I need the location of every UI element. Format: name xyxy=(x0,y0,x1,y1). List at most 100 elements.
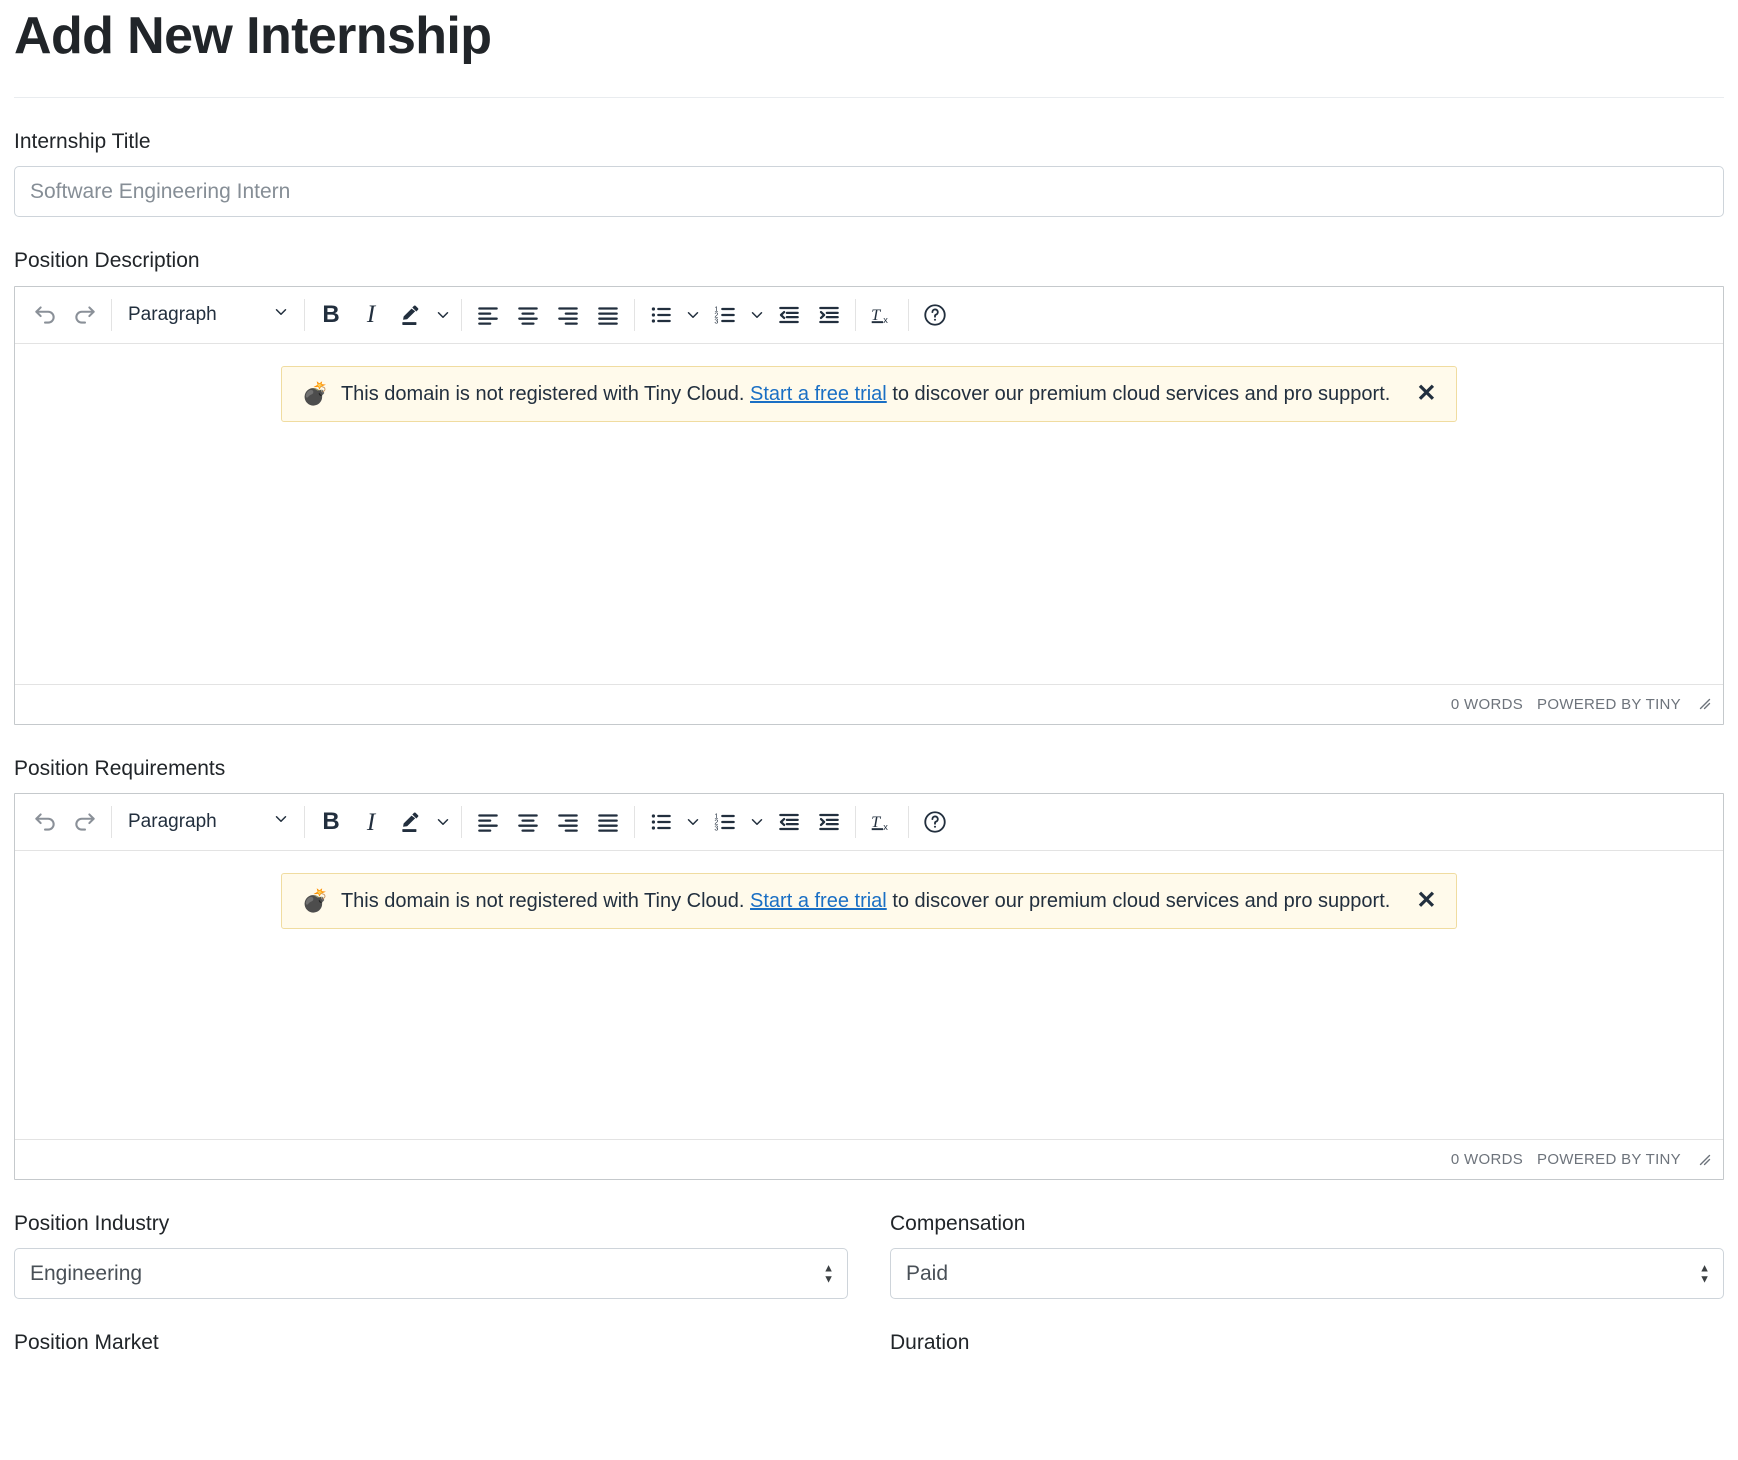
toolbar-group-history xyxy=(19,287,111,343)
bullet-list-icon[interactable] xyxy=(641,802,681,842)
help-icon[interactable] xyxy=(915,295,955,335)
clear-formatting-icon[interactable]: Tx xyxy=(862,802,902,842)
word-count: 0 WORDS xyxy=(1451,1151,1523,1168)
chevron-down-icon xyxy=(272,810,290,834)
position-market-field: Position Market xyxy=(14,1299,848,1367)
italic-button[interactable]: I xyxy=(351,295,391,335)
bold-button[interactable]: B xyxy=(311,802,351,842)
header-divider xyxy=(14,97,1724,98)
internship-title-input[interactable] xyxy=(14,166,1724,217)
undo-icon[interactable] xyxy=(25,295,65,335)
align-justify-icon[interactable] xyxy=(588,802,628,842)
italic-button[interactable]: I xyxy=(351,802,391,842)
chevron-down-icon xyxy=(272,303,290,327)
position-industry-label: Position Industry xyxy=(14,1210,848,1237)
block-format-label: Paragraph xyxy=(128,304,217,326)
italic-icon: I xyxy=(367,810,375,835)
help-icon[interactable] xyxy=(915,802,955,842)
bold-button[interactable]: B xyxy=(311,295,351,335)
italic-icon: I xyxy=(367,302,375,327)
duration-label: Duration xyxy=(890,1329,1724,1356)
align-left-icon[interactable] xyxy=(468,295,508,335)
undo-icon[interactable] xyxy=(25,802,65,842)
start-free-trial-link[interactable]: Start a free trial xyxy=(750,383,887,405)
toolbar-group-help xyxy=(909,287,961,343)
toolbar-group-formatting: B I xyxy=(305,287,461,343)
bomb-icon: 💣 xyxy=(302,890,329,912)
page-title: Add New Internship xyxy=(14,8,1724,65)
tiny-cloud-notification: 💣 This domain is not registered with Tin… xyxy=(281,873,1458,929)
numbered-list-icon[interactable]: 123 xyxy=(705,295,745,335)
indent-icon[interactable] xyxy=(809,802,849,842)
align-justify-icon[interactable] xyxy=(588,295,628,335)
duration-field: Duration xyxy=(890,1299,1724,1367)
editor-status-bar: 0 WORDS POWERED BY TINY xyxy=(15,1139,1723,1179)
industry-compensation-row: Position Industry Engineering ▲ ▼ Compen… xyxy=(14,1180,1724,1299)
position-industry-field: Position Industry Engineering ▲ ▼ xyxy=(14,1180,848,1299)
block-format-select[interactable]: Paragraph xyxy=(118,802,298,842)
indent-icon[interactable] xyxy=(809,295,849,335)
market-duration-row: Position Market Duration xyxy=(14,1299,1724,1367)
compensation-select[interactable]: Paid xyxy=(890,1248,1724,1299)
numbered-list-chevron-down-icon[interactable] xyxy=(745,802,769,842)
compensation-label: Compensation xyxy=(890,1210,1724,1237)
powered-by-tiny-link[interactable]: POWERED BY TINY xyxy=(1537,696,1681,713)
close-icon[interactable]: ✕ xyxy=(1402,382,1438,406)
outdent-icon[interactable] xyxy=(769,295,809,335)
notification-text: This domain is not registered with Tiny … xyxy=(341,381,1390,407)
bomb-icon: 💣 xyxy=(302,383,329,405)
numbered-list-chevron-down-icon[interactable] xyxy=(745,295,769,335)
editor-toolbar: Paragraph B I xyxy=(15,287,1723,344)
resize-handle-icon[interactable] xyxy=(1695,1150,1715,1170)
align-left-icon[interactable] xyxy=(468,802,508,842)
toolbar-group-lists: 123 xyxy=(635,794,855,850)
position-industry-select-wrap: Engineering ▲ ▼ xyxy=(14,1248,848,1299)
tiny-cloud-notification-wrapper: 💣 This domain is not registered with Tin… xyxy=(15,851,1723,929)
position-requirements-content-area[interactable]: 💣 This domain is not registered with Tin… xyxy=(15,851,1723,1139)
internship-title-label: Internship Title xyxy=(14,128,1724,155)
add-internship-form: Add New Internship Internship Title Posi… xyxy=(0,8,1738,1368)
align-center-icon[interactable] xyxy=(508,295,548,335)
text-color-icon[interactable] xyxy=(391,802,431,842)
notification-text-before: This domain is not registered with Tiny … xyxy=(341,383,745,405)
redo-icon[interactable] xyxy=(65,295,105,335)
block-format-label: Paragraph xyxy=(128,811,217,833)
block-format-select[interactable]: Paragraph xyxy=(118,295,298,335)
close-icon[interactable]: ✕ xyxy=(1402,889,1438,913)
notification-text-after: to discover our premium cloud services a… xyxy=(892,383,1390,405)
toolbar-group-history xyxy=(19,794,111,850)
text-color-chevron-down-icon[interactable] xyxy=(431,802,455,842)
notification-text: This domain is not registered with Tiny … xyxy=(341,888,1390,914)
position-description-label: Position Description xyxy=(14,247,1724,274)
notification-text-after: to discover our premium cloud services a… xyxy=(892,890,1390,912)
bullet-list-chevron-down-icon[interactable] xyxy=(681,802,705,842)
svg-text:x: x xyxy=(883,822,888,832)
redo-icon[interactable] xyxy=(65,802,105,842)
svg-text:T: T xyxy=(871,813,881,831)
position-requirements-editor: Paragraph B I xyxy=(14,793,1724,1180)
position-industry-select[interactable]: Engineering xyxy=(14,1248,848,1299)
align-center-icon[interactable] xyxy=(508,802,548,842)
toolbar-group-lists: 123 xyxy=(635,287,855,343)
bullet-list-chevron-down-icon[interactable] xyxy=(681,295,705,335)
powered-by-tiny-link[interactable]: POWERED BY TINY xyxy=(1537,1151,1681,1168)
align-right-icon[interactable] xyxy=(548,802,588,842)
tiny-cloud-notification-wrapper: 💣 This domain is not registered with Tin… xyxy=(15,344,1723,422)
svg-text:T: T xyxy=(871,306,881,324)
toolbar-group-blockformat: Paragraph xyxy=(112,287,304,343)
toolbar-group-formatting: B I xyxy=(305,794,461,850)
start-free-trial-link[interactable]: Start a free trial xyxy=(750,890,887,912)
bullet-list-icon[interactable] xyxy=(641,295,681,335)
position-description-content-area[interactable]: 💣 This domain is not registered with Tin… xyxy=(15,344,1723,684)
text-color-icon[interactable] xyxy=(391,295,431,335)
clear-formatting-icon[interactable]: Tx xyxy=(862,295,902,335)
align-right-icon[interactable] xyxy=(548,295,588,335)
outdent-icon[interactable] xyxy=(769,802,809,842)
text-color-chevron-down-icon[interactable] xyxy=(431,295,455,335)
numbered-list-icon[interactable]: 123 xyxy=(705,802,745,842)
svg-text:x: x xyxy=(883,315,888,325)
bold-icon: B xyxy=(322,810,339,834)
toolbar-group-align xyxy=(462,794,634,850)
svg-text:3: 3 xyxy=(714,317,718,325)
resize-handle-icon[interactable] xyxy=(1695,694,1715,714)
